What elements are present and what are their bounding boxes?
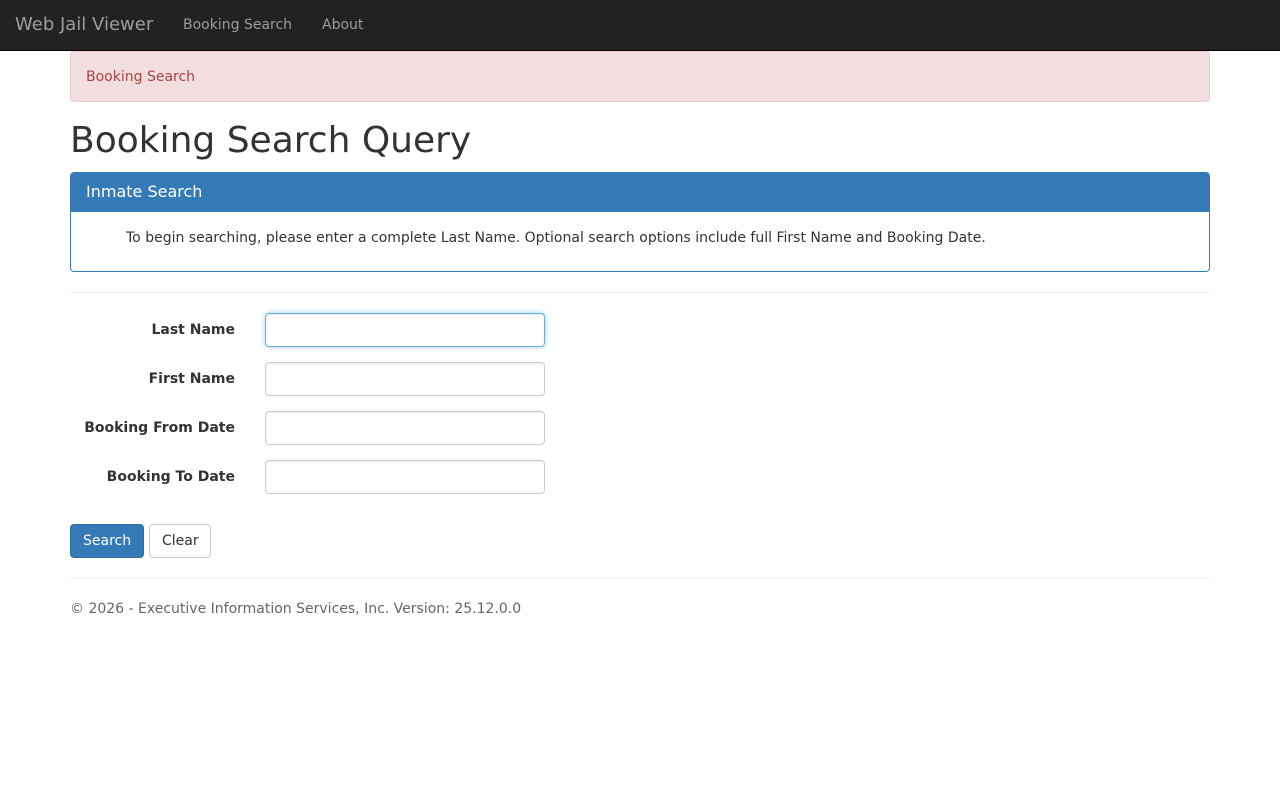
- footer-copyright: © 2026 - Executive Information Services,…: [70, 601, 522, 617]
- nav-link-booking-search[interactable]: Booking Search: [183, 16, 292, 34]
- last-name-input[interactable]: [265, 313, 545, 347]
- last-name-row: Last Name: [70, 313, 1210, 347]
- last-name-label: Last Name: [151, 322, 235, 338]
- first-name-label: First Name: [148, 371, 235, 387]
- booking-from-date-row: Booking From Date: [70, 411, 1210, 445]
- nav-link-about[interactable]: About: [322, 16, 363, 34]
- booking-from-date-label: Booking From Date: [84, 420, 235, 436]
- first-name-input[interactable]: [265, 362, 545, 396]
- first-name-row: First Name: [70, 362, 1210, 396]
- page-title: Booking Search Query: [70, 120, 472, 161]
- booking-to-date-input[interactable]: [265, 460, 545, 494]
- booking-from-date-input[interactable]: [265, 411, 545, 445]
- clear-button[interactable]: Clear: [149, 524, 211, 558]
- booking-to-date-row: Booking To Date: [70, 460, 1210, 494]
- booking-search-alert: Booking Search: [70, 51, 1210, 102]
- alert-text: Booking Search: [86, 69, 196, 85]
- footer-divider: [70, 578, 1210, 579]
- top-navbar: Web Jail Viewer Booking Search About: [0, 0, 1280, 51]
- brand-link[interactable]: Web Jail Viewer: [15, 13, 153, 37]
- booking-to-date-label: Booking To Date: [106, 469, 235, 485]
- panel-heading: Inmate Search: [71, 173, 1209, 212]
- divider: [70, 292, 1210, 293]
- search-button[interactable]: Search: [70, 524, 144, 558]
- inmate-search-panel: Inmate Search To begin searching, please…: [70, 172, 1210, 272]
- panel-instructions: To begin searching, please enter a compl…: [126, 230, 986, 246]
